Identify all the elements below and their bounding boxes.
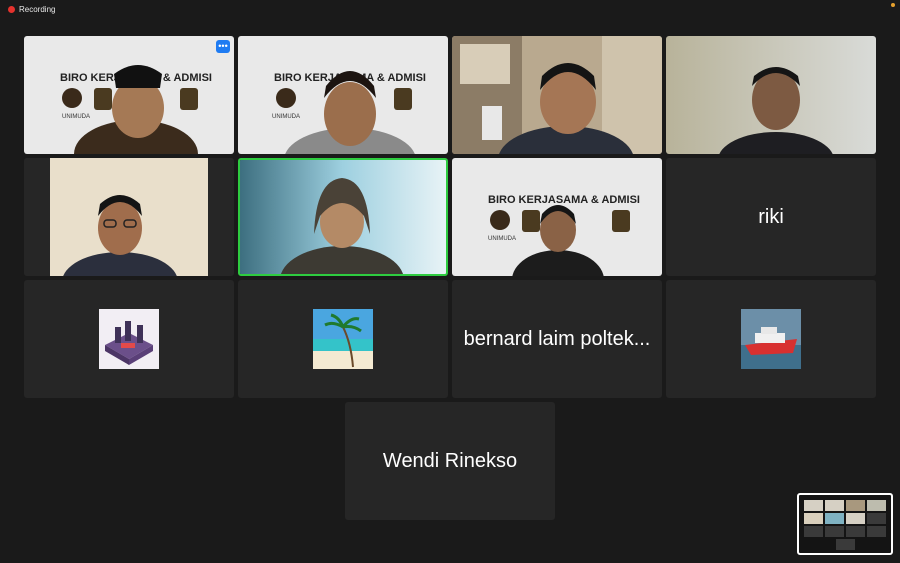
banner-logo-text: UNIMUDA bbox=[62, 114, 90, 120]
avatar-tile-2[interactable] bbox=[238, 280, 448, 398]
gallery-minimap[interactable] bbox=[797, 493, 893, 555]
participant-video bbox=[452, 36, 662, 154]
video-tile-7[interactable]: BIRO KERJASAMA & ADMISI UNIMUDA bbox=[452, 158, 662, 276]
avatar-tile-3[interactable] bbox=[666, 280, 876, 398]
recording-indicator[interactable]: Recording bbox=[8, 5, 55, 14]
avatar-factory-image bbox=[99, 309, 159, 369]
avatar-tile-1[interactable] bbox=[24, 280, 234, 398]
participant-video: BIRO KERJASAMA & ADMISI UNIMUDA bbox=[452, 158, 662, 276]
video-tile-1[interactable]: BIRO KERJASAMA & ADMISI UNIMUDA ••• bbox=[24, 36, 234, 154]
banner-logo-text: UNIMUDA bbox=[488, 236, 516, 242]
participant-name: riki bbox=[758, 205, 784, 228]
banner-logo-text: UNIMUDA bbox=[272, 114, 300, 120]
more-options-icon[interactable]: ••• bbox=[216, 40, 230, 53]
name-tile-bernard[interactable]: bernard laim poltek... bbox=[452, 280, 662, 398]
video-tile-4[interactable] bbox=[666, 36, 876, 154]
participant-video: BIRO KERJASAMA & ADMISI UNIMUDA bbox=[238, 36, 448, 154]
video-tile-3[interactable] bbox=[452, 36, 662, 154]
record-dot-icon bbox=[8, 6, 15, 13]
participant-name: bernard laim poltek... bbox=[463, 327, 651, 350]
participant-video bbox=[24, 158, 234, 276]
participant-video: BIRO KERJASAMA & ADMISI UNIMUDA bbox=[24, 36, 234, 154]
name-tile-riki[interactable]: riki bbox=[666, 158, 876, 276]
banner-text: BIRO KERJASAMA & ADMISI bbox=[488, 194, 640, 206]
avatar-beach-image bbox=[313, 309, 373, 369]
name-tile-wendi[interactable]: Wendi Rinekso bbox=[345, 402, 555, 520]
status-dot-icon bbox=[891, 3, 895, 7]
avatar-ship-image bbox=[741, 309, 801, 369]
video-tile-6-active-speaker[interactable] bbox=[238, 158, 448, 276]
recording-label: Recording bbox=[19, 5, 56, 14]
participant-video bbox=[666, 36, 876, 154]
participant-name: Wendi Rinekso bbox=[382, 449, 518, 472]
video-tile-5[interactable] bbox=[24, 158, 234, 276]
participant-video bbox=[240, 160, 446, 274]
video-tile-2[interactable]: BIRO KERJASAMA & ADMISI UNIMUDA bbox=[238, 36, 448, 154]
